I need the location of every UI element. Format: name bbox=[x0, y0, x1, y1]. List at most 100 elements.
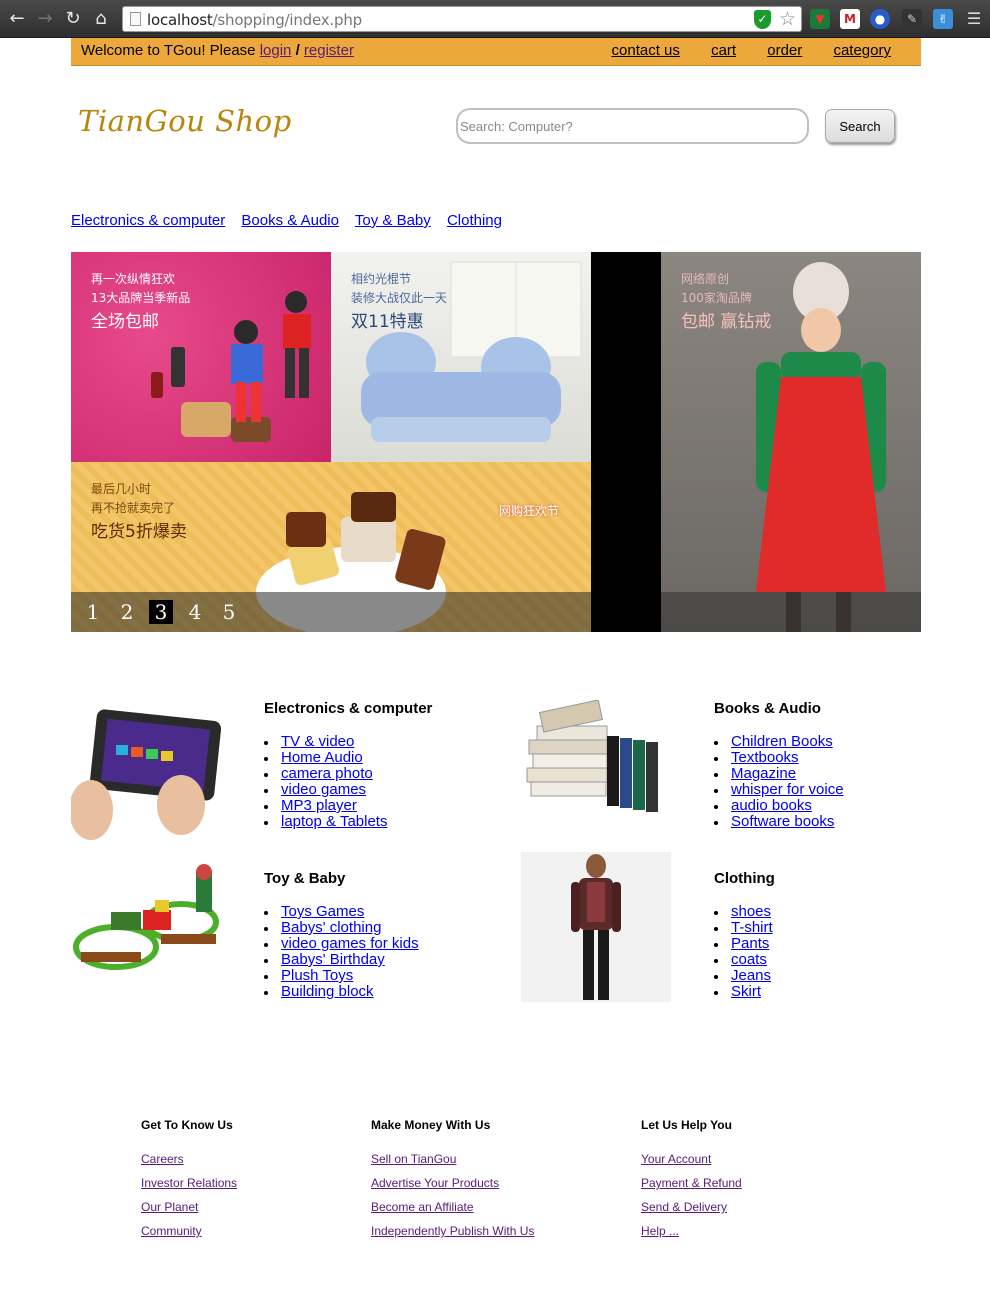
category-link[interactable]: Pants bbox=[731, 935, 769, 952]
top-nav: contact us cart order category bbox=[585, 42, 891, 59]
list-item: Textbooks bbox=[714, 750, 844, 766]
list-item: Babys' clothing bbox=[264, 920, 419, 936]
separator: / bbox=[291, 42, 304, 59]
extension-icon[interactable]: ✌ bbox=[933, 9, 953, 29]
category-link[interactable]: Home Audio bbox=[281, 749, 363, 766]
banner-headline: 吃货5折爆卖 bbox=[91, 522, 187, 542]
register-link[interactable]: register bbox=[304, 42, 354, 59]
category-link[interactable]: category bbox=[833, 42, 891, 59]
cart-link[interactable]: cart bbox=[711, 42, 736, 59]
url-text[interactable]: localhost/shopping/index.php bbox=[147, 11, 362, 29]
category-link[interactable]: shoes bbox=[731, 903, 771, 920]
category-link[interactable]: Textbooks bbox=[731, 749, 799, 766]
banner-tile-fashion[interactable]: 再一次纵情狂欢 13大品牌当季新品 全场包邮 bbox=[71, 252, 331, 462]
welcome-message: Welcome to TGou! Please login / register bbox=[81, 42, 354, 59]
category-link[interactable]: T-shirt bbox=[731, 919, 773, 936]
category-link[interactable]: Children Books bbox=[731, 733, 833, 750]
clothing-model-image[interactable] bbox=[521, 852, 671, 1002]
reload-icon[interactable]: ↻ bbox=[62, 8, 84, 30]
search-input[interactable] bbox=[456, 108, 809, 144]
list-item: TV & video bbox=[264, 734, 387, 750]
category-link[interactable]: Skirt bbox=[731, 983, 761, 1000]
category-nav: Electronics & computer Books & Audio Toy… bbox=[71, 212, 514, 229]
category-link[interactable]: camera photo bbox=[281, 765, 373, 782]
category-link[interactable]: Toys Games bbox=[281, 903, 364, 920]
address-bar[interactable]: localhost/shopping/index.php ✓ ☆ bbox=[122, 6, 802, 32]
extension-download-icon[interactable]: ▼ bbox=[810, 9, 830, 29]
category-links: TV & video Home Audio camera photo video… bbox=[264, 734, 387, 830]
footer-link[interactable]: Careers bbox=[141, 1152, 237, 1167]
slide-1-button[interactable]: 1 bbox=[81, 600, 105, 624]
category-link[interactable]: Plush Toys bbox=[281, 967, 353, 984]
category-link[interactable]: video games bbox=[281, 781, 366, 798]
slider-overlay bbox=[661, 592, 921, 632]
category-link[interactable]: Building block bbox=[281, 983, 374, 1000]
category-link[interactable]: MP3 player bbox=[281, 797, 357, 814]
books-image[interactable] bbox=[521, 700, 671, 850]
search-button[interactable]: Search bbox=[825, 109, 895, 143]
category-title: Electronics & computer bbox=[264, 700, 433, 717]
list-item: camera photo bbox=[264, 766, 387, 782]
category-link[interactable]: Jeans bbox=[731, 967, 771, 984]
footer-link[interactable]: Send & Delivery bbox=[641, 1200, 742, 1215]
shield-check-icon[interactable]: ✓ bbox=[754, 10, 771, 29]
globe-icon[interactable]: ● bbox=[870, 9, 890, 29]
footer-link[interactable]: Community bbox=[141, 1224, 237, 1239]
site-logo[interactable]: TianGou Shop bbox=[78, 104, 292, 138]
back-arrow-icon[interactable]: ← bbox=[6, 8, 28, 30]
tablet-image[interactable] bbox=[71, 700, 221, 850]
footer-link[interactable]: Independently Publish With Us bbox=[371, 1224, 534, 1239]
category-books-audio: Books & Audio Children Books Textbooks M… bbox=[521, 700, 921, 850]
footer-link[interactable]: Become an Affiliate bbox=[371, 1200, 534, 1215]
list-item: Toys Games bbox=[264, 904, 419, 920]
nav-books-audio[interactable]: Books & Audio bbox=[241, 212, 339, 229]
bookmark-star-icon[interactable]: ☆ bbox=[779, 8, 796, 30]
contact-us-link[interactable]: contact us bbox=[612, 42, 680, 59]
category-link[interactable]: coats bbox=[731, 951, 767, 968]
footer-link[interactable]: Sell on TianGou bbox=[371, 1152, 534, 1167]
slide-3-button[interactable]: 3 bbox=[149, 600, 173, 624]
slide-4-button[interactable]: 4 bbox=[183, 600, 207, 624]
banner-text: 装修大战仅此一天 bbox=[351, 291, 448, 305]
home-icon[interactable]: ⌂ bbox=[90, 8, 112, 30]
category-link[interactable]: whisper for voice bbox=[731, 781, 844, 798]
order-link[interactable]: order bbox=[767, 42, 802, 59]
toy-train-image[interactable] bbox=[71, 852, 221, 1002]
nav-clothing[interactable]: Clothing bbox=[447, 212, 502, 229]
footer-column-help: Let Us Help You Your Account Payment & R… bbox=[641, 1118, 742, 1248]
promo-banner-slider[interactable]: 再一次纵情狂欢 13大品牌当季新品 全场包邮 相约光棍节 装修大战仅此一天 双1… bbox=[71, 252, 921, 632]
footer-link[interactable]: Payment & Refund bbox=[641, 1176, 742, 1191]
banner-tile-sofa[interactable]: 相约光棍节 装修大战仅此一天 双11特惠 bbox=[331, 252, 591, 462]
category-link[interactable]: Magazine bbox=[731, 765, 796, 782]
forward-arrow-icon[interactable]: → bbox=[34, 8, 56, 30]
footer-column-get-to-know-us: Get To Know Us Careers Investor Relation… bbox=[141, 1118, 237, 1248]
footer-link[interactable]: Help ... bbox=[641, 1224, 742, 1239]
list-item: coats bbox=[714, 952, 773, 968]
category-link[interactable]: laptop & Tablets bbox=[281, 813, 387, 830]
extension-icon[interactable]: ✎ bbox=[902, 9, 922, 29]
footer-link[interactable]: Our Planet bbox=[141, 1200, 237, 1215]
footer-link[interactable]: Your Account bbox=[641, 1152, 742, 1167]
category-link[interactable]: audio books bbox=[731, 797, 812, 814]
footer-heading: Let Us Help You bbox=[641, 1118, 732, 1132]
category-link[interactable]: Babys' clothing bbox=[281, 919, 381, 936]
list-item: T-shirt bbox=[714, 920, 773, 936]
category-link[interactable]: Software books bbox=[731, 813, 834, 830]
category-links: shoes T-shirt Pants coats Jeans Skirt bbox=[714, 904, 773, 1000]
slide-2-button[interactable]: 2 bbox=[115, 600, 139, 624]
category-link[interactable]: TV & video bbox=[281, 733, 354, 750]
banner-tile-dress[interactable]: 网络原创 100家淘品牌 包邮 赢钻戒 bbox=[661, 252, 921, 632]
footer-link[interactable]: Investor Relations bbox=[141, 1176, 237, 1191]
banner-text: 网络原创 bbox=[681, 272, 730, 286]
gmail-icon[interactable]: M bbox=[840, 9, 860, 29]
footer-link[interactable]: Advertise Your Products bbox=[371, 1176, 534, 1191]
category-link[interactable]: video games for kids bbox=[281, 935, 419, 952]
browser-toolbar: ← → ↻ ⌂ localhost/shopping/index.php ✓ ☆… bbox=[0, 0, 990, 38]
nav-electronics[interactable]: Electronics & computer bbox=[71, 212, 225, 229]
list-item: Pants bbox=[714, 936, 773, 952]
slide-5-button[interactable]: 5 bbox=[217, 600, 241, 624]
category-link[interactable]: Babys' Birthday bbox=[281, 951, 385, 968]
menu-icon[interactable]: ☰ bbox=[964, 9, 984, 29]
login-link[interactable]: login bbox=[260, 42, 292, 59]
nav-toy-baby[interactable]: Toy & Baby bbox=[355, 212, 431, 229]
